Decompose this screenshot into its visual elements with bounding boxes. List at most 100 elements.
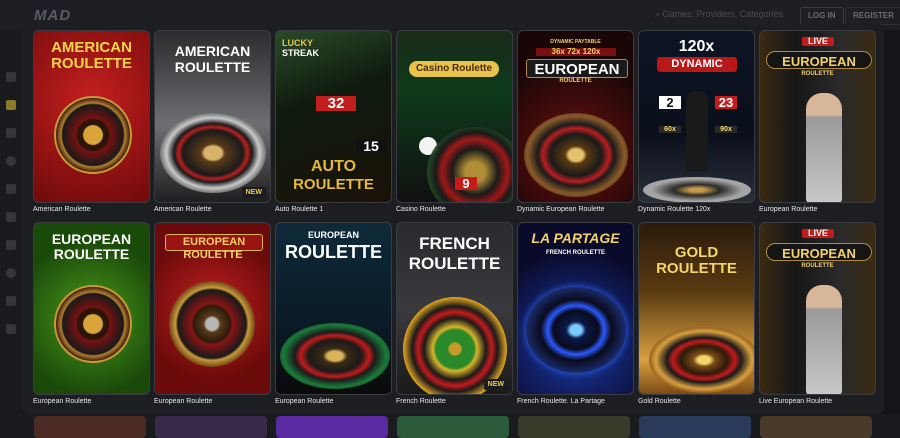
game-thumbnail[interactable]: AMERICAN ROULETTE NEW [154, 30, 271, 203]
new-badge: NEW [483, 379, 508, 390]
game-thumbnail[interactable]: DYNAMIC PAYTABLE 36x 72x 120x EUROPEAN R… [517, 30, 634, 203]
game-card[interactable]: Casino Roulette 9 Casino Roulette [396, 30, 513, 213]
game-title: Gold Roulette [638, 398, 681, 405]
sport-icon[interactable] [6, 156, 16, 166]
site-logo[interactable]: MAD [34, 7, 71, 24]
game-title: Dynamic European Roulette [517, 206, 605, 213]
promo-icon[interactable] [6, 268, 16, 278]
new-badge: NEW [241, 187, 266, 198]
art-multiplier: 60x [659, 126, 681, 133]
trophy-icon[interactable] [6, 240, 16, 250]
game-thumbnail[interactable]: 120x DYNAMIC 2 23 60x 90x [638, 30, 755, 203]
game-card[interactable]: LIVE EUROPEAN ROULETTE European Roulette [759, 30, 876, 213]
roulette-wheel-icon [524, 113, 628, 197]
roulette-wheel-icon [643, 177, 751, 202]
art-subtitle: ROULETTE [801, 71, 834, 77]
game-card[interactable]: AMERICAN ROULETTE American Roulette [33, 30, 150, 213]
game-title: Live European Roulette [759, 398, 833, 405]
game-card[interactable]: AMERICAN ROULETTE NEW American Roulette [154, 30, 271, 213]
art-subtitle: DYNAMIC [657, 57, 737, 72]
art-title: GOLD [674, 244, 719, 261]
game-thumbnail[interactable]: EUROPEAN ROULETTE [154, 222, 271, 395]
art-title: Casino Roulette [409, 61, 499, 77]
game-card[interactable]: EUROPEAN ROULETTE European Roulette [33, 222, 150, 405]
login-button[interactable]: LOG IN [800, 7, 844, 25]
partial-game-tile[interactable] [397, 416, 509, 438]
game-title: American Roulette [154, 206, 212, 213]
art-multipliers: 36x 72x 120x [536, 48, 616, 56]
art-title: EUROPEAN [766, 243, 872, 261]
register-button[interactable]: REGISTER [845, 7, 900, 25]
casino-icon[interactable] [6, 72, 16, 82]
art-subtitle: ROULETTE [408, 254, 501, 273]
game-card[interactable]: LA PARTAGE FRENCH ROULETTE French Roulet… [517, 222, 634, 405]
dealer-figure [806, 93, 842, 202]
game-title: French Roulette. La Partage [517, 398, 605, 405]
art-subtitle: ROULETTE [656, 260, 737, 277]
art-subtitle: ROULETTE [285, 242, 382, 262]
game-card[interactable]: EUROPEAN ROULETTE European Roulette [154, 222, 271, 405]
game-thumbnail[interactable]: GOLD ROULETTE [638, 222, 755, 395]
art-number: 15 [356, 139, 386, 153]
game-title: European Roulette [275, 398, 334, 405]
game-card[interactable]: FRENCH ROULETTE NEW French Roulette [396, 222, 513, 405]
game-thumbnail[interactable]: Casino Roulette 9 [396, 30, 513, 203]
roulette-wheel-icon [280, 323, 390, 389]
game-card[interactable]: LUCKY STREAK 32 15 AUTO ROULETTE Auto Ro… [275, 30, 392, 213]
game-thumbnail[interactable]: AMERICAN ROULETTE [33, 30, 150, 203]
art-subtitle: ROULETTE [53, 246, 130, 262]
dealer-figure [806, 285, 842, 394]
gift-icon[interactable] [6, 296, 16, 306]
partial-game-tile[interactable] [760, 416, 872, 438]
partial-game-tile[interactable] [155, 416, 267, 438]
game-thumbnail[interactable]: EUROPEAN ROULETTE [33, 222, 150, 395]
partial-game-tile[interactable] [518, 416, 630, 438]
star-icon[interactable] [6, 100, 16, 110]
game-title: American Roulette [33, 206, 91, 213]
game-thumbnail[interactable]: FRENCH ROULETTE NEW [396, 222, 513, 395]
roulette-wheel-icon [54, 285, 132, 363]
partial-game-tile[interactable] [276, 416, 388, 438]
art-subtitle: FRENCH ROULETTE [546, 250, 605, 256]
partial-game-tile[interactable] [34, 416, 146, 438]
art-subtitle: ROULETTE [174, 59, 251, 75]
cards-icon[interactable] [6, 128, 16, 138]
game-card[interactable]: LIVE EUROPEAN ROULETTE Live European Rou… [759, 222, 876, 405]
art-number: 32 [316, 96, 356, 111]
game-card[interactable]: DYNAMIC PAYTABLE 36x 72x 120x EUROPEAN R… [517, 30, 634, 213]
game-title: European Roulette [759, 206, 818, 213]
game-thumbnail[interactable]: LIVE EUROPEAN ROULETTE [759, 222, 876, 395]
roulette-wheel-icon [526, 287, 626, 373]
game-card[interactable]: 120x DYNAMIC 2 23 60x 90x Dynamic Roulet… [638, 30, 755, 213]
side-nav [0, 30, 22, 438]
art-subtitle: ROULETTE [801, 263, 834, 269]
roulette-wheel-icon [169, 281, 255, 367]
search-placeholder: Games, Providers, Categories [662, 9, 784, 19]
art-title: EUROPEAN [307, 230, 359, 240]
art-subtitle: ROULETTE [51, 55, 132, 72]
vip-icon[interactable] [6, 324, 16, 334]
art-number: 9 [455, 177, 477, 190]
art-title: 120x [678, 38, 715, 55]
game-card[interactable]: GOLD ROULETTE Gold Roulette [638, 222, 755, 405]
game-card[interactable]: EUROPEAN ROULETTE European Roulette [275, 222, 392, 405]
art-title: AUTO [310, 158, 357, 175]
game-thumbnail[interactable]: EUROPEAN ROULETTE [275, 222, 392, 395]
roulette-wheel-icon [160, 113, 266, 193]
game-title: European Roulette [33, 398, 92, 405]
gamepad-icon[interactable] [6, 212, 16, 222]
art-title: EUROPEAN [526, 59, 628, 78]
game-thumbnail[interactable]: LA PARTAGE FRENCH ROULETTE [517, 222, 634, 395]
game-title: European Roulette [154, 398, 213, 405]
art-brand-sub: STREAK [282, 48, 320, 58]
game-thumbnail[interactable]: LUCKY STREAK 32 15 AUTO ROULETTE [275, 30, 392, 203]
partial-game-tile[interactable] [639, 416, 751, 438]
dealer-figure [686, 91, 708, 171]
live-icon[interactable] [6, 184, 16, 194]
art-banner: DYNAMIC PAYTABLE [550, 39, 601, 45]
game-title: Dynamic Roulette 120x [638, 206, 711, 213]
art-title: AMERICAN [51, 39, 132, 56]
game-thumbnail[interactable]: LIVE EUROPEAN ROULETTE [759, 30, 876, 203]
search-field[interactable]: ⌕ Games, Providers, Categories [655, 9, 783, 20]
roulette-wheel-icon [427, 127, 512, 202]
